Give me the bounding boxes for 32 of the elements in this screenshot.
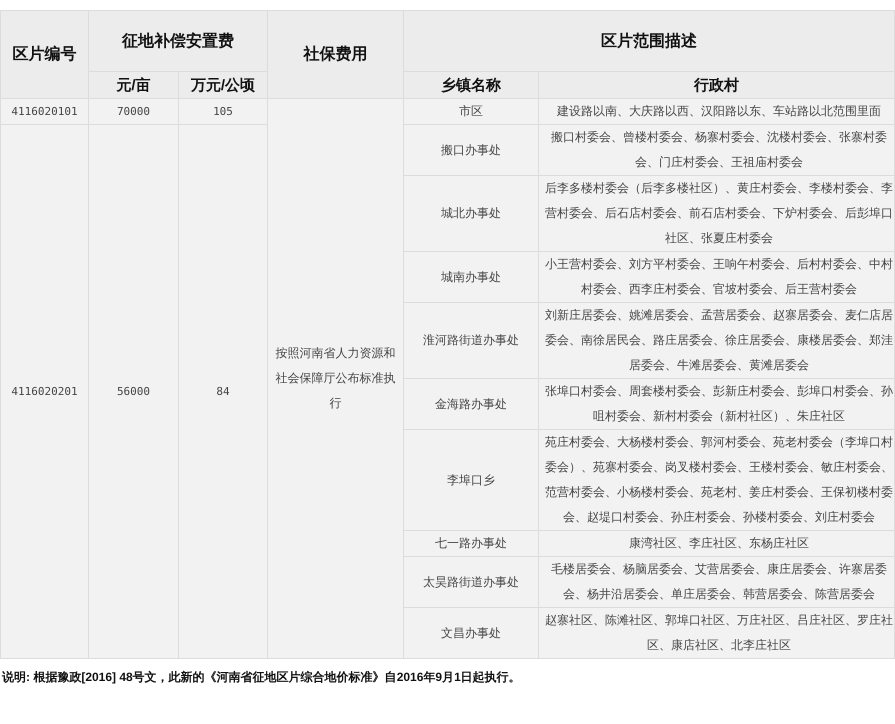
column-header: 区片编号 bbox=[0, 10, 88, 98]
table-cell: 金海路办事处 bbox=[404, 378, 538, 430]
table-cell: 70000 bbox=[88, 98, 178, 124]
table-cell: 淮河路街道办事处 bbox=[404, 302, 538, 378]
table-cell: 搬口办事处 bbox=[404, 124, 538, 176]
table-cell: 刘新庄居委会、姚滩居委会、孟营居委会、赵寨居委会、麦仁店居委会、南徐居民会、路庄居委会、徐庄居委会、康楼居委会、郑洼居委会、牛滩居委会、黄滩居委会 bbox=[538, 302, 894, 378]
column-header: 行政村 bbox=[538, 72, 894, 98]
table-cell: 按照河南省人力资源和社会保障厅公布标准执行 bbox=[268, 98, 404, 658]
table-cell: 105 bbox=[178, 98, 268, 124]
table-cell: 小王营村委会、刘方平村委会、王响午村委会、后村村委会、中村村委会、西李庄村委会、官坡村委会、后王营村委会 bbox=[538, 252, 894, 302]
table-cell: 市区 bbox=[404, 98, 538, 124]
table-cell: 苑庄村委会、大杨楼村委会、郭河村委会、苑老村委会（李埠口村委会）、苑寨村委会、岗叉楼村委会、王楼村委会、敏庄村委会、范营村委会、小杨楼村委会、苑老村、姜庄村委会、王保初楼村委会、赵堤口村委会、孙庄村委会、孙楼村委会、刘庄村委会 bbox=[538, 430, 894, 530]
table-cell: 搬口村委会、曾楼村委会、杨寨村委会、沈楼村委会、张寨村委会、门庄村委会、王祖庙村委会 bbox=[538, 124, 894, 176]
table-cell: 张埠口村委会、周套楼村委会、彭新庄村委会、彭埠口村委会、孙咀村委会、新村村委会（新村社区）、朱庄社区 bbox=[538, 378, 894, 430]
column-header: 区片范围描述 bbox=[404, 10, 894, 72]
table-cell: 后李多楼村委会（后李多楼社区）、黄庄村委会、李楼村委会、李营村委会、后石店村委会、前石店村委会、下炉村委会、后彭埠口社区、张夏庄村委会 bbox=[538, 176, 894, 252]
table-cell: 城南办事处 bbox=[404, 252, 538, 302]
table-cell: 七一路办事处 bbox=[404, 530, 538, 556]
column-header: 元/亩 bbox=[88, 72, 178, 98]
table-cell: 康湾社区、李庄社区、东杨庄社区 bbox=[538, 530, 894, 556]
table-cell: 4116020201 bbox=[0, 124, 88, 658]
table-cell: 56000 bbox=[88, 124, 178, 658]
table-cell: 毛楼居委会、杨脑居委会、艾营居委会、康庄居委会、许寨居委会、杨井沿居委会、单庄居委会、韩营居委会、陈营居委会 bbox=[538, 556, 894, 608]
column-header: 征地补偿安置费 bbox=[88, 10, 268, 72]
column-header: 乡镇名称 bbox=[404, 72, 538, 98]
table-cell: 李埠口乡 bbox=[404, 430, 538, 530]
column-header: 社保费用 bbox=[268, 10, 404, 98]
table-cell: 城北办事处 bbox=[404, 176, 538, 252]
column-header: 万元/公顷 bbox=[178, 72, 268, 98]
table-cell: 4116020101 bbox=[0, 98, 88, 124]
table-cell: 建设路以南、大庆路以西、汉阳路以东、车站路以北范围里面 bbox=[538, 98, 894, 124]
table-cell: 太昊路街道办事处 bbox=[404, 556, 538, 608]
